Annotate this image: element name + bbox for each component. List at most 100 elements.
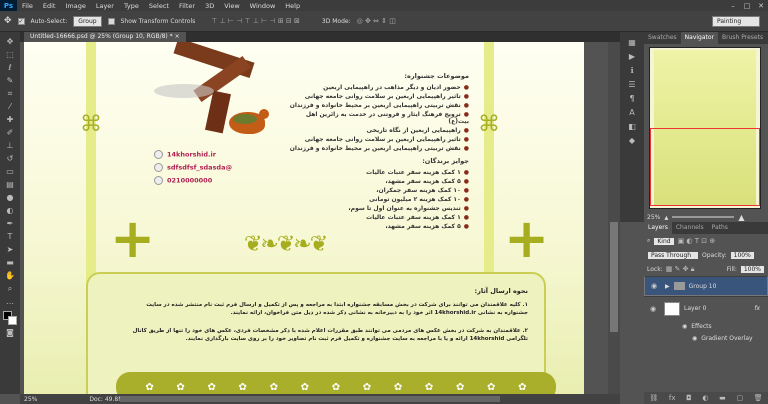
tab-channels[interactable]: Channels: [672, 222, 708, 234]
menu-view[interactable]: View: [219, 2, 244, 10]
close-icon[interactable]: ✕: [754, 0, 768, 11]
new-layer-icon[interactable]: ▢: [736, 394, 743, 402]
fx-icon[interactable]: fx: [754, 305, 760, 312]
history-brush-icon[interactable]: ↺: [7, 153, 14, 164]
adjustments-icon[interactable]: ◧: [628, 122, 636, 131]
adjustment-layer-icon[interactable]: ◐: [702, 394, 708, 402]
layer-0[interactable]: ◉ Layer 0 fx: [644, 296, 768, 320]
menu-help[interactable]: Help: [280, 2, 305, 10]
tab-swatches[interactable]: Swatches: [644, 32, 681, 44]
add-style-icon[interactable]: fx: [669, 394, 676, 402]
3d-mode-icons[interactable]: ◎ ✥ ⇔ ⇕ ◫: [357, 17, 396, 25]
zoom-icon[interactable]: ⌕: [8, 283, 12, 294]
shape-icon[interactable]: ▬: [6, 257, 14, 268]
marquee-icon[interactable]: ⬚: [6, 49, 14, 60]
menu-3d[interactable]: 3D: [200, 2, 219, 10]
lock-label: Lock:: [647, 265, 663, 273]
show-transform-label: Show Transform Controls: [120, 17, 196, 25]
dodge-icon[interactable]: ◐: [7, 205, 14, 216]
lasso-icon[interactable]: ℓ: [8, 62, 11, 73]
blend-mode-dropdown[interactable]: Pass Through: [647, 250, 699, 260]
photoshop-logo: Ps: [0, 0, 17, 11]
type-icon[interactable]: T: [8, 231, 13, 242]
zoom-slider[interactable]: [672, 216, 735, 218]
hand-icon[interactable]: ✋: [5, 270, 15, 281]
actions-icon[interactable]: ▶: [629, 52, 635, 61]
minimize-icon[interactable]: –: [726, 0, 740, 11]
expand-arrow-icon[interactable]: ▶: [665, 283, 670, 290]
maximize-icon[interactable]: □: [740, 0, 754, 11]
vertical-scrollbar[interactable]: [608, 42, 620, 394]
tab-paths[interactable]: Paths: [708, 222, 732, 234]
document-tab[interactable]: Untitled-16666.psd @ 25% (Group 10, RGB/…: [24, 32, 186, 42]
zoom-out-icon[interactable]: ▴: [664, 213, 668, 222]
new-group-icon[interactable]: ▬: [719, 394, 726, 402]
add-mask-icon[interactable]: ◘: [686, 394, 692, 402]
blur-icon[interactable]: ●: [7, 192, 14, 203]
status-zoom[interactable]: 25%: [24, 396, 37, 403]
vertical-scroll-thumb[interactable]: [610, 222, 618, 332]
auto-select-dropdown[interactable]: Group: [73, 15, 102, 27]
opacity-input[interactable]: 100%: [729, 250, 755, 260]
color-swatches[interactable]: [3, 311, 17, 325]
gradient-icon[interactable]: ▤: [6, 179, 14, 190]
properties-icon[interactable]: ☰: [628, 80, 635, 89]
stamp-icon[interactable]: ⊥: [7, 140, 14, 151]
styles-icon[interactable]: ◆: [629, 136, 635, 145]
menu-bar: Ps File Edit Image Layer Type Select Fil…: [0, 0, 768, 11]
quick-mask-icon[interactable]: ◙: [6, 327, 14, 338]
move-icon[interactable]: ✥: [7, 36, 14, 47]
effects-row[interactable]: ◉ Effects: [644, 320, 768, 332]
close-tab-icon[interactable]: ×: [175, 33, 180, 40]
history-icon[interactable]: ▦: [628, 38, 636, 47]
align-icons[interactable]: ⊤ ⊥ ⊢ ⊣ ⊤ ⊥ ⊢ ⊣ ⊞ ⊟ ⊠: [211, 17, 300, 25]
brush-icon[interactable]: ✐: [7, 127, 14, 138]
pen-icon[interactable]: ✒: [7, 218, 14, 229]
eye-icon[interactable]: ◉: [682, 323, 687, 330]
info-icon[interactable]: ℹ: [630, 66, 633, 75]
visibility-eye-icon[interactable]: ◉: [650, 305, 660, 313]
delete-layer-icon[interactable]: 🗑︎: [754, 394, 763, 402]
quick-select-icon[interactable]: ✎: [7, 75, 14, 86]
navigator-zoom-value[interactable]: 25%: [647, 214, 660, 221]
tab-layers[interactable]: Layers: [644, 222, 672, 234]
document-canvas[interactable]: ⌘ ⌘ + + ❦❧❦❧❦ موضوعات جشنواره: حضور ادیا…: [24, 42, 584, 394]
fill-input[interactable]: 100%: [739, 264, 765, 274]
filter-kind-dropdown[interactable]: Kind: [653, 236, 675, 246]
gradient-overlay-row[interactable]: ◉ Gradient Overlay: [644, 332, 768, 344]
auto-select-checkbox[interactable]: [17, 17, 25, 25]
horizontal-scrollbar[interactable]: [120, 396, 500, 402]
link-layers-icon[interactable]: ⛓: [649, 394, 658, 402]
more-tools-icon[interactable]: …: [6, 296, 14, 307]
menu-window[interactable]: Window: [245, 2, 281, 10]
healing-icon[interactable]: ✚: [7, 114, 14, 125]
crop-icon[interactable]: ⌗: [8, 88, 13, 99]
path-select-icon[interactable]: ➤: [7, 244, 14, 255]
paragraph-icon[interactable]: ¶: [629, 94, 634, 103]
tab-navigator[interactable]: Navigator: [680, 32, 719, 44]
lock-icons[interactable]: ▦ ✎ ✥ 🔒︎: [666, 265, 695, 274]
menu-edit[interactable]: Edit: [38, 2, 61, 10]
character-icon[interactable]: A: [629, 108, 634, 117]
menu-layer[interactable]: Layer: [91, 2, 119, 10]
eraser-icon[interactable]: ▭: [6, 166, 14, 177]
navigator-view-box[interactable]: [650, 128, 760, 206]
eyedropper-icon[interactable]: ⁄: [9, 101, 10, 112]
canvas-area[interactable]: ⌘ ⌘ + + ❦❧❦❧❦ موضوعات جشنواره: حضور ادیا…: [20, 42, 608, 394]
menu-select[interactable]: Select: [144, 2, 174, 10]
menu-file[interactable]: File: [17, 2, 38, 10]
navigator-preview[interactable]: [649, 47, 761, 209]
layer-group-10[interactable]: ◉ ▶ Group 10: [644, 276, 768, 296]
move-tool-icon[interactable]: ✥: [4, 16, 12, 26]
menu-filter[interactable]: Filter: [174, 2, 200, 10]
eye-icon[interactable]: ◉: [692, 335, 697, 342]
menu-image[interactable]: Image: [60, 2, 90, 10]
workspace-dropdown[interactable]: Painting: [712, 15, 760, 27]
show-transform-checkbox[interactable]: [107, 17, 115, 25]
prize-item: ۵ کمک هزینه سفر مشهد،: [289, 178, 469, 185]
zoom-in-icon[interactable]: ▲: [738, 213, 744, 222]
filter-icons[interactable]: ▣ ◐ T ⊡ ⊕: [678, 237, 716, 245]
visibility-eye-icon[interactable]: ◉: [651, 282, 661, 290]
tab-brush-presets[interactable]: Brush Presets: [718, 32, 767, 44]
menu-type[interactable]: Type: [119, 2, 144, 10]
